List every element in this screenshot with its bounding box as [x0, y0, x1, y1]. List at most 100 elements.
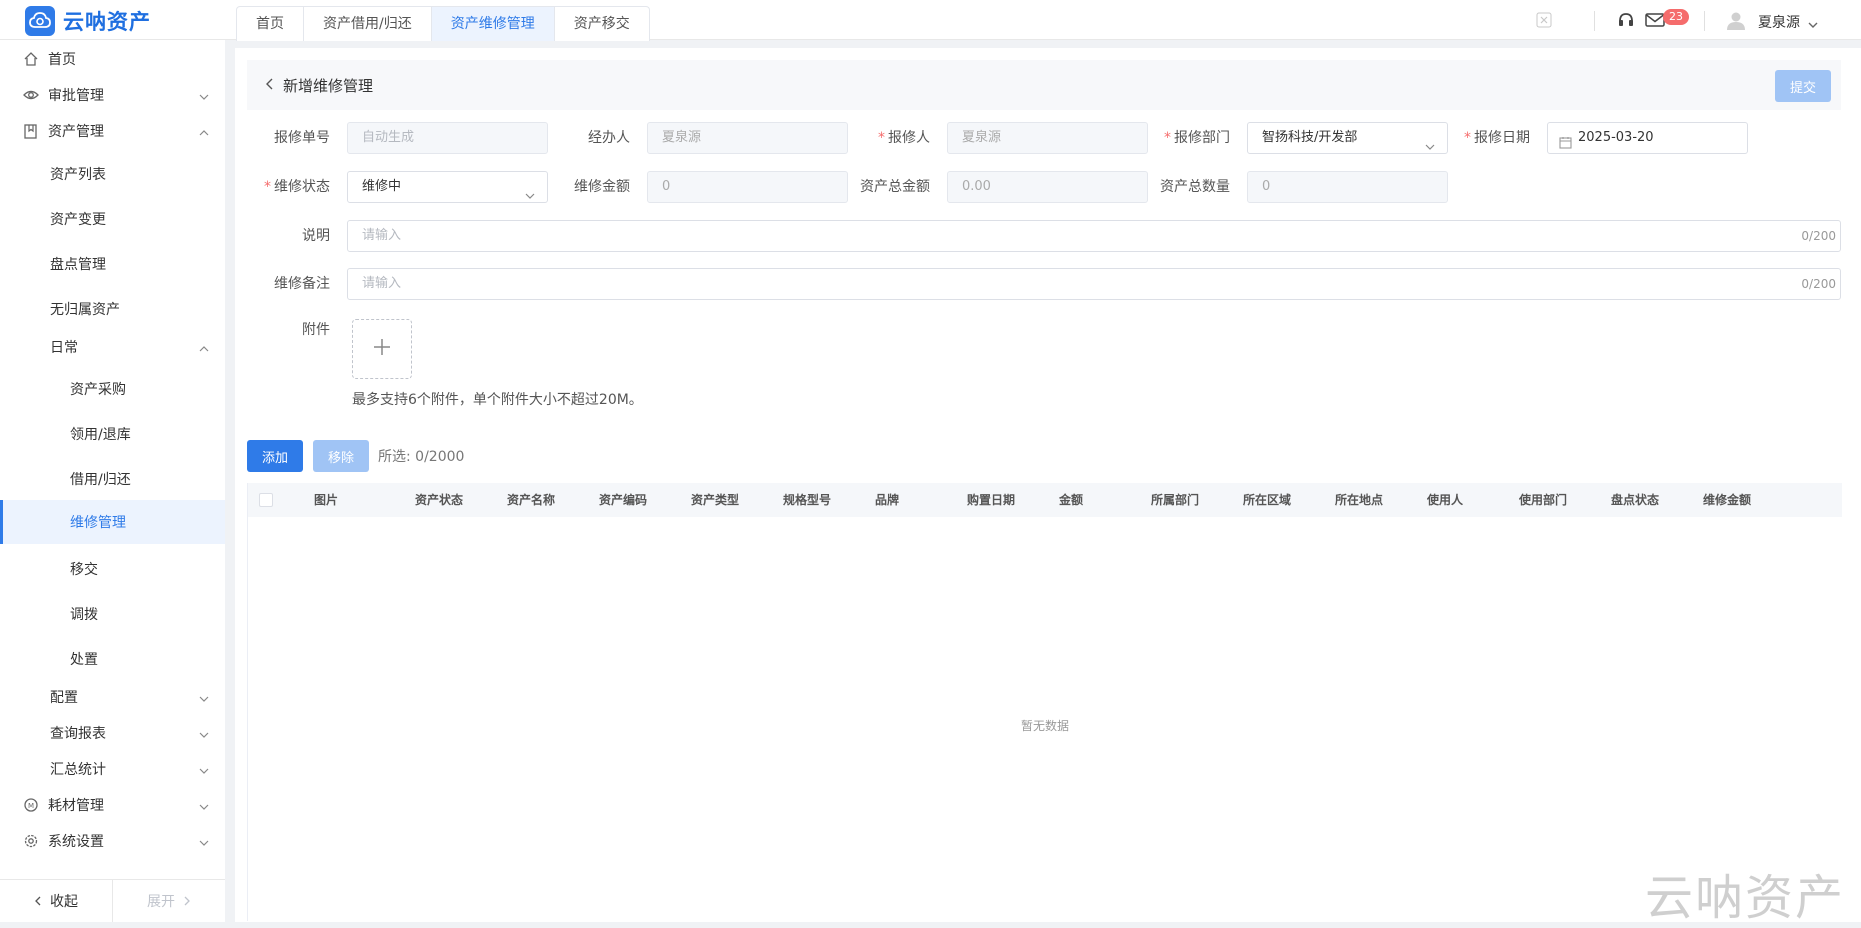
column-header: 盘点状态	[1611, 493, 1660, 507]
main-content: 新增维修管理 提交 报修单号 自动生成 经办人 夏泉源 * 报修人 夏泉源 * 报修…	[235, 48, 1861, 922]
chevron-down-icon	[199, 90, 209, 100]
chevron-down-icon	[199, 764, 209, 774]
sidebar-item-label: 日常	[50, 340, 78, 356]
sidebar-item-unassigned-assets[interactable]: 无归属资产	[0, 292, 225, 326]
home-icon	[23, 51, 39, 67]
consumables-icon: M	[23, 797, 39, 813]
expand-label: 展开	[147, 894, 175, 910]
column-header: 维修金额	[1703, 493, 1752, 507]
add-button[interactable]: 添加	[247, 440, 303, 472]
column-header: 规格型号	[783, 493, 832, 507]
divider	[1594, 11, 1595, 31]
amount-field[interactable]: 0	[647, 171, 848, 203]
sidebar-item-borrow-return[interactable]: 借用/归还	[0, 462, 225, 496]
tab-home[interactable]: 首页	[237, 7, 304, 41]
asset-table: 图片 资产状态 资产名称 资产编码 资产类型 规格型号 品牌 购置日期 金额 所…	[247, 483, 1842, 921]
chevron-down-icon	[199, 800, 209, 810]
notification-badge: 23	[1663, 9, 1689, 25]
description-label: 说明	[302, 228, 330, 244]
select-all-checkbox[interactable]	[259, 493, 273, 507]
sidebar-item-config[interactable]: 配置	[0, 680, 225, 714]
sidebar-item-system-settings[interactable]: 系统设置	[0, 824, 225, 858]
sidebar-item-label: 耗材管理	[48, 798, 104, 814]
sidebar-item-approval[interactable]: 审批管理	[0, 78, 225, 112]
tab-borrow-return[interactable]: 资产借用/归还	[304, 7, 432, 41]
sidebar-item-label: 调拨	[70, 607, 98, 623]
sidebar-item-statistics[interactable]: 汇总统计	[0, 752, 225, 786]
tab-transfer[interactable]: 资产移交	[555, 7, 649, 41]
avatar[interactable]	[1726, 10, 1746, 30]
attachment-hint: 最多支持6个附件，单个附件大小不超过20M。	[352, 392, 643, 408]
sidebar-item-label: 系统设置	[48, 834, 104, 850]
sidebar-item-allocation[interactable]: 调拨	[0, 597, 225, 631]
column-header: 资产状态	[415, 493, 464, 507]
sidebar-item-inventory[interactable]: 盘点管理	[0, 247, 225, 281]
chevron-down-icon	[199, 836, 209, 846]
chevron-down-icon[interactable]	[1808, 15, 1818, 35]
upload-button[interactable]	[352, 319, 412, 379]
chevron-down-icon	[199, 728, 209, 738]
sidebar-item-label: 维修管理	[70, 515, 126, 531]
sidebar-item-asset-change[interactable]: 资产变更	[0, 202, 225, 236]
total-qty-field[interactable]: 0	[1247, 171, 1448, 203]
status-select[interactable]: 维修中	[347, 171, 548, 203]
tab-bar: 首页 资产借用/归还 资产维修管理 资产移交	[236, 6, 650, 41]
remove-button[interactable]: 移除	[313, 440, 369, 472]
empty-state: 暂无数据	[1020, 719, 1069, 733]
submit-button[interactable]: 提交	[1775, 70, 1831, 102]
sidebar-item-daily[interactable]: 日常	[0, 330, 225, 364]
sidebar-item-repair-management[interactable]: 维修管理	[0, 500, 225, 544]
sidebar-item-requisition-return[interactable]: 领用/退库	[0, 417, 225, 451]
app-logo[interactable]: 云呐资产	[25, 6, 151, 36]
chevron-down-icon	[1425, 134, 1435, 150]
column-header: 使用部门	[1519, 493, 1568, 507]
attachment-label: 附件	[302, 322, 330, 338]
department-label: * 报修部门	[1164, 130, 1230, 146]
close-tabs-icon[interactable]	[1536, 10, 1552, 30]
sidebar-item-label: 处置	[70, 652, 98, 668]
sidebar-item-label: 资产采购	[70, 382, 126, 398]
asset-icon	[23, 123, 39, 139]
remark-input[interactable]: 请输入 0/200	[347, 268, 1841, 300]
tab-repair-management[interactable]: 资产维修管理	[431, 7, 555, 41]
char-count: 0/200	[1801, 277, 1836, 291]
date-picker[interactable]: 2025-03-20	[1547, 122, 1748, 154]
handler-field[interactable]: 夏泉源	[647, 122, 848, 154]
plus-icon	[371, 336, 393, 362]
sidebar-item-asset-list[interactable]: 资产列表	[0, 157, 225, 191]
sidebar-item-label: 盘点管理	[50, 257, 106, 273]
sidebar-item-label: 借用/归还	[70, 472, 131, 488]
chevron-up-icon	[199, 342, 209, 352]
department-select[interactable]: 智扬科技/开发部	[1247, 122, 1448, 154]
remark-label: 维修备注	[274, 276, 330, 292]
expand-button[interactable]: 展开	[113, 880, 225, 922]
sidebar-item-disposal[interactable]: 处置	[0, 642, 225, 676]
char-count: 0/200	[1801, 229, 1836, 243]
collapse-button[interactable]: 收起	[0, 880, 113, 922]
sidebar-item-label: 审批管理	[48, 88, 104, 104]
sidebar-item-home[interactable]: 首页	[0, 42, 225, 76]
user-name[interactable]: 夏泉源	[1758, 12, 1800, 32]
sidebar-item-asset-management[interactable]: 资产管理	[0, 114, 225, 148]
mail-icon[interactable]	[1645, 10, 1665, 30]
divider	[1704, 11, 1705, 31]
reporter-label: * 报修人	[878, 130, 930, 146]
column-header: 品牌	[875, 493, 900, 507]
amount-label: 维修金额	[574, 179, 630, 195]
column-header: 所属部门	[1151, 493, 1200, 507]
total-qty-label: 资产总数量	[1160, 179, 1230, 195]
description-input[interactable]: 请输入 0/200	[347, 220, 1841, 252]
repair-no-label: 报修单号	[274, 130, 330, 146]
sidebar-item-reports[interactable]: 查询报表	[0, 716, 225, 750]
back-arrow-icon[interactable]	[263, 77, 277, 91]
sidebar-item-label: 移交	[70, 562, 98, 578]
sidebar-item-consumables[interactable]: M 耗材管理	[0, 788, 225, 822]
status-label: * 维修状态	[264, 179, 330, 195]
sidebar-item-transfer[interactable]: 移交	[0, 552, 225, 586]
sidebar-item-procurement[interactable]: 资产采购	[0, 372, 225, 406]
total-amount-field[interactable]: 0.00	[947, 171, 1148, 203]
repair-no-field[interactable]: 自动生成	[347, 122, 548, 154]
reporter-field[interactable]: 夏泉源	[947, 122, 1148, 154]
customer-service-icon[interactable]	[1617, 10, 1635, 30]
selected-count: 所选: 0/2000	[378, 449, 465, 465]
